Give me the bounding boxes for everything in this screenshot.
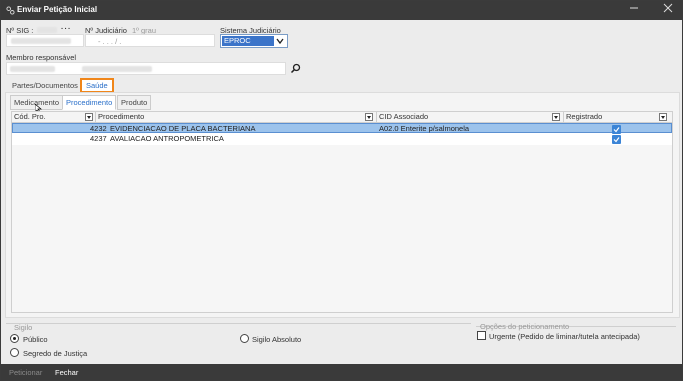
sistema-selected-value: EPROC (222, 36, 274, 46)
footer-bar: Peticionar Fechar (1, 364, 682, 380)
urgente-label: Urgente (Pedido de liminar/tutela anteci… (489, 332, 640, 341)
radio-sigilo-absoluto[interactable] (240, 334, 249, 343)
cell-procedimento: AVALIACAO ANTROPOMETRICA (110, 134, 224, 143)
tab-produto[interactable]: Produto (117, 95, 152, 110)
title-bar: Enviar Petição Inicial (1, 1, 682, 20)
radio-sigilo-absoluto-label: Sigilo Absoluto (252, 335, 302, 344)
radio-segredo-justica[interactable] (10, 348, 19, 357)
checkmark-icon (613, 127, 620, 133)
procedimentos-grid: Cód. Pro. Procedimento CID Associado Reg… (11, 111, 673, 313)
column-header-cid-label: CID Associado (379, 112, 429, 121)
radio-segredo-justica-label: Segredo de Justiça (23, 349, 88, 358)
column-header-procedimento-label: Procedimento (98, 112, 145, 121)
membro-field[interactable] (6, 62, 286, 75)
search-icon[interactable] (290, 63, 301, 74)
tab-partes-documentos[interactable]: Partes/Documentos (9, 79, 81, 92)
cell-cid: A02.0 Enterite p/salmonela (379, 124, 470, 133)
column-header-cid[interactable]: CID Associado (377, 112, 564, 123)
sig-field-redacted (11, 38, 71, 44)
column-header-procedimento[interactable]: Procedimento (96, 112, 377, 123)
registrado-checkbox[interactable] (612, 135, 621, 144)
grid-empty-area (12, 145, 672, 312)
window: Enviar Petição Inicial Nº SIG : ··· Nº J… (0, 0, 683, 381)
membro-redacted-1 (10, 66, 55, 72)
cell-codigo: 4237 (90, 134, 107, 143)
judicial-number-mask: - . . . / . (98, 37, 122, 46)
fechar-button[interactable]: Fechar (55, 368, 78, 377)
minimize-icon (630, 7, 638, 9)
sigilo-label: Sigilo (14, 323, 33, 332)
sig-value-redacted (37, 27, 57, 33)
table-row[interactable]: 4232 EVIDENCIACAO DE PLACA BACTERIANA A0… (12, 123, 672, 134)
chevron-down-icon (276, 38, 284, 45)
grid-header: Cód. Pro. Procedimento CID Associado Reg… (12, 112, 672, 123)
opcoes-label: Opções do peticionamento (480, 322, 570, 331)
app-icon (6, 6, 15, 15)
radio-publico[interactable] (10, 334, 19, 343)
urgente-checkbox[interactable] (477, 331, 486, 340)
column-header-codigo-label: Cód. Pro. (14, 112, 46, 121)
membro-redacted-2 (82, 66, 152, 72)
column-header-registrado[interactable]: Registrado (564, 112, 672, 123)
radio-publico-label: Público (23, 335, 48, 344)
sig-field[interactable] (6, 34, 84, 47)
tab-procedimento[interactable]: Procedimento (62, 95, 117, 110)
sistema-select[interactable]: EPROC (220, 34, 288, 48)
minimize-button[interactable] (623, 2, 645, 18)
peticionar-button[interactable]: Peticionar (9, 368, 42, 377)
column-header-codigo[interactable]: Cód. Pro. (12, 112, 96, 123)
window-title: Enviar Petição Inicial (17, 5, 98, 14)
judicial-number-field[interactable]: - . . . / . (85, 34, 215, 47)
filter-dropdown-icon[interactable] (659, 113, 667, 121)
table-row[interactable]: 4237 AVALIACAO ANTROPOMETRICA (12, 134, 672, 144)
saude-panel: Medicamento Procedimento Produto Cód. Pr… (5, 92, 680, 318)
registrado-checkbox[interactable] (612, 125, 621, 134)
filter-dropdown-icon[interactable] (552, 113, 560, 121)
checkmark-icon (613, 137, 620, 143)
filter-dropdown-icon[interactable] (365, 113, 373, 121)
sig-more-button[interactable]: ··· (61, 24, 72, 33)
cell-procedimento: EVIDENCIACAO DE PLACA BACTERIANA (110, 124, 256, 133)
cell-codigo: 4232 (90, 124, 107, 133)
close-icon (663, 3, 673, 13)
sigilo-group (6, 323, 471, 324)
membro-label: Membro responsável (6, 53, 77, 62)
column-header-registrado-label: Registrado (566, 112, 603, 121)
tab-saude[interactable]: Saúde (80, 78, 114, 93)
filter-dropdown-icon[interactable] (85, 113, 93, 121)
close-button[interactable] (657, 2, 679, 18)
